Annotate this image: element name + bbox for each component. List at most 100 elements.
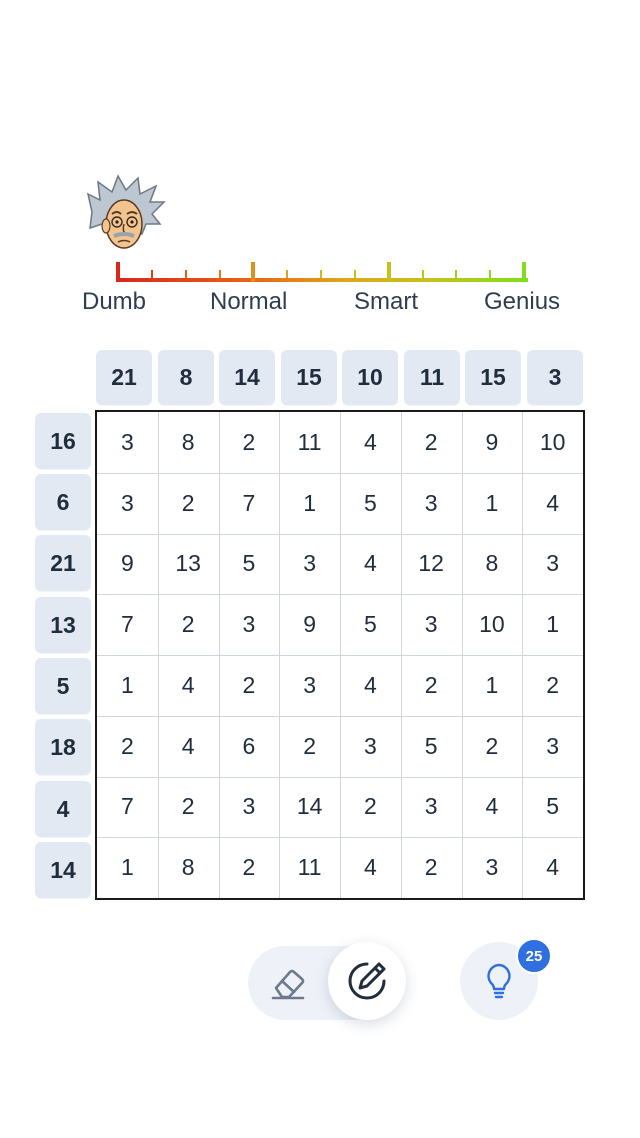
meter-minor-tick <box>455 270 458 278</box>
grid-cell[interactable]: 7 <box>219 473 280 534</box>
row-clue: 6 <box>35 474 91 530</box>
eraser-icon <box>271 969 305 1000</box>
meter-label-genius: Genius <box>484 288 561 315</box>
grid-cell[interactable]: 9 <box>279 594 340 655</box>
grid-cell[interactable]: 3 <box>462 837 523 898</box>
meter-minor-tick <box>218 270 221 278</box>
grid-cell[interactable]: 7 <box>97 594 158 655</box>
grid-cell[interactable]: 13 <box>158 534 219 595</box>
meter-label-normal: Normal <box>210 288 288 315</box>
grid-cell[interactable]: 9 <box>97 534 158 595</box>
grid-cell[interactable]: 4 <box>340 655 401 716</box>
grid-cell[interactable]: 4 <box>340 534 401 595</box>
grid-cell[interactable]: 14 <box>279 777 340 838</box>
grid-cell[interactable]: 3 <box>279 655 340 716</box>
grid-cell[interactable]: 5 <box>522 777 583 838</box>
eraser-button[interactable] <box>262 960 314 1008</box>
column-clue: 3 <box>527 350 583 405</box>
grid-cell[interactable]: 3 <box>522 534 583 595</box>
grid-cell[interactable]: 3 <box>97 473 158 534</box>
grid-cell[interactable]: 7 <box>97 777 158 838</box>
meter-major-tick <box>251 262 256 282</box>
grid-cell[interactable]: 1 <box>462 655 523 716</box>
grid-cell[interactable]: 4 <box>522 473 583 534</box>
grid-cell[interactable]: 2 <box>158 777 219 838</box>
meter-minor-tick <box>320 270 322 278</box>
grid-cell[interactable]: 3 <box>401 594 462 655</box>
hint-count-badge: 25 <box>516 938 552 974</box>
intelligence-meter: Dumb Normal Smart Genius <box>0 258 640 328</box>
grid-cell[interactable]: 5 <box>340 594 401 655</box>
grid-cell[interactable]: 11 <box>279 412 340 473</box>
grid-cell[interactable]: 2 <box>522 655 583 716</box>
grid-cell[interactable]: 4 <box>522 837 583 898</box>
grid-cell[interactable]: 2 <box>401 837 462 898</box>
column-clue: 10 <box>342 350 398 405</box>
meter-minor-tick <box>150 270 153 278</box>
pencil-button[interactable] <box>328 942 406 1020</box>
grid-cell[interactable]: 4 <box>340 837 401 898</box>
grid-cell[interactable]: 1 <box>462 473 523 534</box>
grid-cell[interactable]: 1 <box>97 655 158 716</box>
lightbulb-icon <box>487 963 511 999</box>
row-clue: 18 <box>35 719 91 775</box>
meter-major-tick <box>116 262 120 282</box>
grid-cell[interactable]: 5 <box>219 534 280 595</box>
grid-cell[interactable]: 2 <box>97 716 158 777</box>
column-clue: 11 <box>404 350 460 405</box>
grid-cell[interactable]: 3 <box>219 777 280 838</box>
grid-cell[interactable]: 2 <box>219 655 280 716</box>
grid-cell[interactable]: 2 <box>279 716 340 777</box>
grid-cell[interactable]: 4 <box>158 655 219 716</box>
grid-cell[interactable]: 4 <box>158 716 219 777</box>
column-clue: 8 <box>158 350 214 405</box>
grid-cell[interactable]: 9 <box>462 412 523 473</box>
meter-minor-tick <box>489 270 492 278</box>
grid-cell[interactable]: 3 <box>279 534 340 595</box>
meter-label-smart: Smart <box>354 288 419 315</box>
row-clue: 5 <box>35 658 91 714</box>
grid-cell[interactable]: 5 <box>401 716 462 777</box>
grid-cell[interactable]: 11 <box>279 837 340 898</box>
meter-minor-tick <box>184 270 187 278</box>
meter-gradient-bar <box>118 278 528 282</box>
grid-cell[interactable]: 8 <box>158 412 219 473</box>
grid-cell[interactable]: 10 <box>462 594 523 655</box>
grid-cell[interactable]: 8 <box>462 534 523 595</box>
meter-major-tick <box>522 262 526 282</box>
grid-cell[interactable]: 2 <box>219 837 280 898</box>
grid-cell[interactable]: 2 <box>158 473 219 534</box>
grid-cell[interactable]: 2 <box>462 716 523 777</box>
grid-cell[interactable]: 1 <box>522 594 583 655</box>
pencil-icon <box>348 962 386 1000</box>
einstein-avatar-icon <box>86 174 166 249</box>
grid-cell[interactable]: 2 <box>401 655 462 716</box>
tool-toggle <box>248 942 408 1020</box>
meter-label-dumb: Dumb <box>82 288 147 315</box>
grid-cell[interactable]: 4 <box>340 412 401 473</box>
grid-cell[interactable]: 12 <box>401 534 462 595</box>
grid-cell[interactable]: 4 <box>462 777 523 838</box>
grid-cell[interactable]: 3 <box>522 716 583 777</box>
grid-cell[interactable]: 2 <box>340 777 401 838</box>
grid-cell[interactable]: 5 <box>340 473 401 534</box>
grid-cell[interactable]: 6 <box>219 716 280 777</box>
meter-major-tick <box>386 262 391 282</box>
grid-cell[interactable]: 2 <box>401 412 462 473</box>
grid-cell[interactable]: 8 <box>158 837 219 898</box>
column-clue: 14 <box>219 350 275 405</box>
grid-cell[interactable]: 1 <box>279 473 340 534</box>
grid-cell[interactable]: 3 <box>401 473 462 534</box>
meter-minor-tick <box>353 270 356 278</box>
grid-cell[interactable]: 2 <box>219 412 280 473</box>
grid-cell[interactable]: 3 <box>340 716 401 777</box>
grid-cell[interactable]: 1 <box>97 837 158 898</box>
grid-cell[interactable]: 10 <box>522 412 583 473</box>
grid-cell[interactable]: 3 <box>97 412 158 473</box>
grid-cell[interactable]: 3 <box>219 594 280 655</box>
grid-cell[interactable]: 3 <box>401 777 462 838</box>
grid-cell[interactable]: 2 <box>158 594 219 655</box>
column-clue: 15 <box>465 350 521 405</box>
column-clue: 21 <box>96 350 152 405</box>
row-clue: 21 <box>35 535 91 591</box>
